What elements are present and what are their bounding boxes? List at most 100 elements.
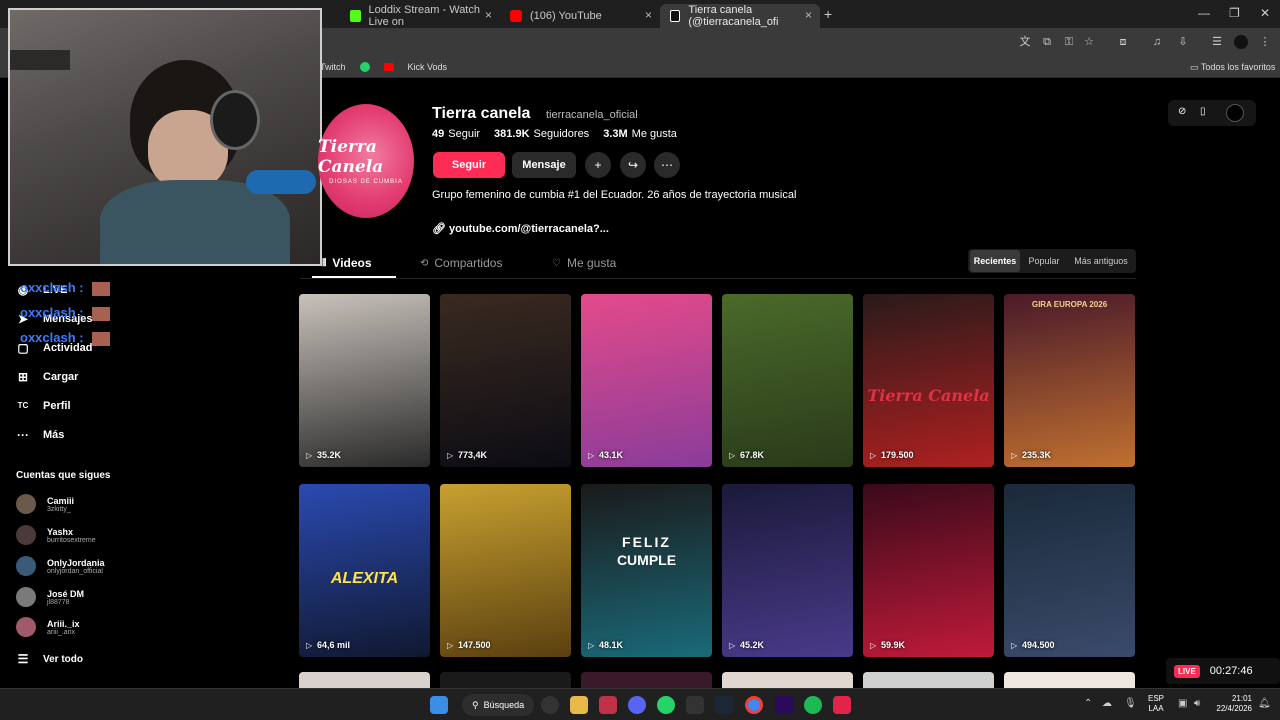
windows-start-icon[interactable] (430, 696, 448, 714)
extensions-icon[interactable]: ⧈ (1116, 35, 1130, 49)
video-thumbnail[interactable]: ▷ 147.500 (440, 484, 571, 657)
follow-button[interactable]: Seguir (433, 152, 505, 178)
clock[interactable]: 21:01 22/4/2026 (1214, 694, 1252, 714)
close-icon[interactable]: × (485, 8, 492, 22)
message-button[interactable]: Mensaje (512, 152, 576, 178)
tab-youtube[interactable]: (106) YouTube × (500, 4, 660, 28)
following-item[interactable]: Yashx burritosextreme (16, 525, 96, 545)
network-icon[interactable]: ▣ (1178, 698, 1187, 709)
profile-link[interactable]: 🔗︎ youtube.com/@tierracanela?... (432, 222, 609, 235)
video-thumbnail[interactable]: ▷ 43.1K (581, 294, 712, 467)
video-thumbnail[interactable] (299, 672, 430, 688)
chat-line: oxxclash : (20, 280, 110, 296)
more-icon: ··· (17, 428, 29, 442)
nav-upload[interactable]: ⊞ Cargar (16, 370, 79, 384)
following-item[interactable]: Ariii._ix ariii_.arix (16, 617, 80, 637)
bookmark-kick-vods[interactable]: Kick Vods (408, 62, 448, 72)
whatsapp-icon[interactable] (359, 62, 370, 72)
microphone (246, 170, 316, 194)
app-icon[interactable] (599, 696, 617, 714)
steam-icon[interactable] (715, 696, 733, 714)
share-icon[interactable]: ↪ (620, 152, 646, 178)
video-thumbnail[interactable] (1004, 672, 1135, 688)
sort-recent[interactable]: Recientes (970, 250, 1020, 272)
media-icon[interactable]: ♫ (1150, 35, 1164, 49)
tab-liked[interactable]: ♡ Me gusta (552, 256, 616, 270)
nav-profile[interactable]: TC Perfil (16, 399, 71, 413)
maximize-button[interactable]: ❐ (1229, 6, 1240, 20)
sort-oldest[interactable]: Más antiguos (1068, 250, 1134, 272)
play-icon: ▷ (306, 641, 313, 650)
all-bookmarks[interactable]: ▭ Todos los favoritos (1190, 62, 1275, 73)
video-thumbnail[interactable]: ▷ 64,6 mil ALEXITA (299, 484, 430, 657)
video-view-count: 67.8K (740, 450, 765, 460)
video-thumbnail[interactable] (722, 672, 853, 688)
nav-more[interactable]: ··· Más (16, 428, 64, 442)
close-icon[interactable]: × (805, 8, 812, 22)
tab-shared[interactable]: ⟲ Compartidos (420, 256, 502, 270)
key-icon[interactable]: ⚿ (1062, 35, 1076, 49)
compass-icon[interactable]: ⊘ (1178, 106, 1186, 117)
premiere-icon[interactable] (775, 696, 793, 714)
video-thumbnail[interactable]: ▷ 59.9K (863, 484, 994, 657)
volume-icon[interactable]: 🔊︎ (1194, 698, 1200, 709)
tab-tiktok[interactable]: Tierra canela (@tierracanela_ofi × (660, 4, 820, 28)
tab-videos[interactable]: ⦀ Videos (322, 256, 372, 270)
whatsapp-taskbar-icon[interactable] (657, 696, 675, 714)
cast-icon[interactable]: ⧉ (1040, 35, 1054, 49)
translate-icon[interactable]: 文 (1018, 35, 1032, 49)
emote-icon (91, 306, 110, 321)
account-avatar-icon[interactable] (1226, 104, 1244, 122)
epic-games-icon[interactable] (686, 696, 704, 714)
more-options-icon[interactable]: ⋯ (654, 152, 680, 178)
bookmark-star-icon[interactable]: ☆ (1082, 35, 1096, 49)
device-icon[interactable]: ▯ (1200, 106, 1206, 117)
spotify-icon[interactable] (804, 696, 822, 714)
video-thumbnail[interactable]: ▷ 48.1K FELIZ CUMPLE (581, 484, 712, 657)
video-thumbnail[interactable] (581, 672, 712, 688)
sidepanel-icon[interactable]: ☰ (1210, 35, 1224, 49)
close-icon[interactable]: × (645, 8, 652, 22)
video-thumbnail[interactable]: ▷ 773,4K (440, 294, 571, 467)
widgets-icon[interactable] (541, 696, 559, 714)
tray-chevron-icon[interactable]: ⌃ (1084, 698, 1092, 709)
sort-popular[interactable]: Popular (1022, 250, 1066, 272)
youtube-bookmark-icon[interactable] (383, 63, 394, 71)
video-thumbnail[interactable] (440, 672, 571, 688)
app-red-icon[interactable] (833, 696, 851, 714)
discord-icon[interactable] (628, 696, 646, 714)
video-thumbnail[interactable]: ▷ 35.2K (299, 294, 430, 467)
taskbar: ⚲ Búsqueda ⌃ ☁ 🎙︎ ESP LAA ▣ 🔊︎ 21:01 22/4/2… (0, 688, 1280, 720)
following-item[interactable]: OnlyJordania onlyjordan_official (16, 556, 105, 576)
tab-kick[interactable]: Loddix Stream - Watch Live on × (340, 4, 500, 28)
video-thumbnail[interactable]: ▷ 67.8K (722, 294, 853, 467)
bookmark-twitch[interactable]: Twitch (320, 62, 346, 72)
repost-icon: ⟲ (420, 257, 429, 269)
menu-kebab-icon[interactable]: ⋮ (1258, 35, 1272, 49)
chrome-icon[interactable] (745, 696, 763, 714)
window-close-button[interactable]: ✕ (1260, 6, 1270, 20)
following-item[interactable]: José DM jl88778 (16, 587, 84, 607)
video-thumbnail[interactable]: ▷ 494.500 (1004, 484, 1135, 657)
notification-bell-icon[interactable]: 🔔︎ (1258, 698, 1271, 709)
downloads-icon[interactable]: ⇩ (1176, 35, 1190, 49)
profile-avatar[interactable]: Tierra Canela DIOSAS DE CUMBIA (318, 104, 414, 218)
avatar (16, 525, 36, 545)
add-friend-icon[interactable]: + (585, 152, 611, 178)
video-thumbnail[interactable]: ▷ 179.500 Tierra Canela (863, 294, 994, 467)
input-language[interactable]: ESP LAA (1148, 694, 1164, 714)
video-thumbnail[interactable] (863, 672, 994, 688)
onedrive-icon[interactable]: ☁ (1102, 698, 1112, 709)
following-item[interactable]: Camiii 3zkitty_ (16, 494, 74, 514)
video-thumbnail[interactable]: ▷ 45.2K (722, 484, 853, 657)
video-thumbnail[interactable]: ▷ 235.3K GIRA EUROPA 2026 (1004, 294, 1135, 467)
profile-stats: 49 Seguir 381.9K Seguidores 3.3M Me gusta (432, 128, 677, 140)
new-tab-button[interactable]: + (824, 6, 832, 22)
taskbar-search[interactable]: ⚲ Búsqueda (462, 694, 534, 716)
avatar (16, 556, 36, 576)
file-explorer-icon[interactable] (570, 696, 588, 714)
profile-avatar-icon[interactable] (1234, 35, 1248, 49)
mic-icon[interactable]: 🎙︎ (1124, 698, 1137, 709)
see-all-link[interactable]: ☰ Ver todo (16, 652, 83, 666)
minimize-button[interactable]: — (1198, 6, 1210, 20)
